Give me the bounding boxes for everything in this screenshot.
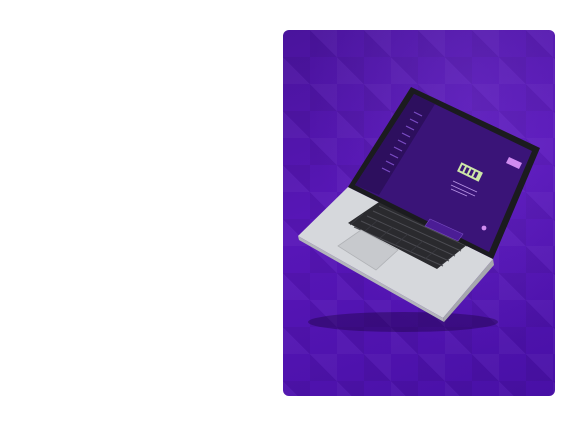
laptop-shadow <box>308 312 498 332</box>
laptop-icon <box>298 87 540 332</box>
mockup-card <box>283 30 555 396</box>
screen-send-icon <box>481 225 487 231</box>
